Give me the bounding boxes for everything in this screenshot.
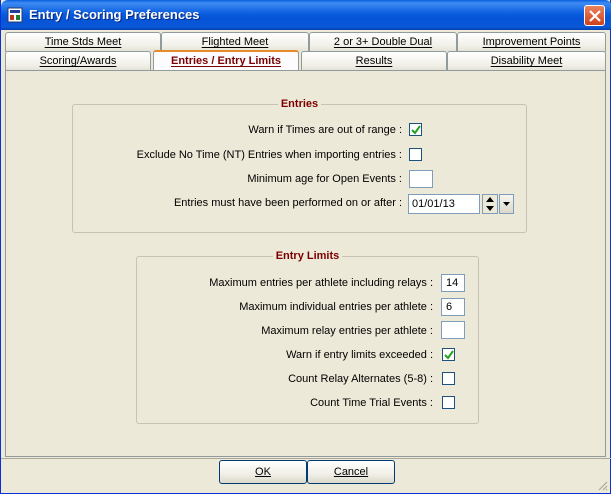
tab-flighted-meet[interactable]: Flighted Meet [161,32,309,52]
window-title: Entry / Scoring Preferences [29,7,200,22]
entry-limits-group-title: Entry Limits [272,250,343,262]
title-bar[interactable]: Entry / Scoring Preferences [1,0,611,30]
check-icon [411,125,421,135]
check-icon [444,350,454,360]
min-age-label: Minimum age for Open Events : [247,173,402,185]
max-relay-label: Maximum relay entries per athlete : [261,325,433,337]
date-dropdown-button[interactable] [499,194,514,214]
tab-scoring-awards[interactable]: Scoring/Awards [5,51,151,71]
entries-group-title: Entries [277,98,322,110]
warn-range-label: Warn if Times are out of range : [248,124,402,136]
app-icon [7,7,23,23]
spin-down-icon[interactable] [483,204,497,213]
min-age-input[interactable] [409,170,433,188]
max-entries-label: Maximum entries per athlete including re… [209,277,433,289]
close-icon [589,10,601,22]
max-relay-input[interactable] [441,321,465,339]
exclude-nt-label: Exclude No Time (NT) Entries when import… [136,149,402,161]
count-time-trial-label: Count Time Trial Events : [310,397,433,409]
spin-up-icon[interactable] [483,195,497,204]
dialog-window: Entry / Scoring Preferences Time Stds Me… [0,0,611,494]
date-spinner[interactable] [482,194,498,214]
resize-grip-icon[interactable] [596,479,608,491]
exclude-nt-checkbox[interactable] [409,148,422,161]
tab-results[interactable]: Results [301,51,447,71]
chevron-down-icon [503,202,510,206]
close-button[interactable] [584,5,605,26]
ok-button[interactable]: OK [219,460,307,484]
count-alternates-label: Count Relay Alternates (5-8) : [288,373,433,385]
tab-time-stds-meet[interactable]: Time Stds Meet [5,32,161,52]
footer-divider [1,458,611,459]
cancel-button-label: Cancel [333,466,369,478]
ok-button-label: OK [255,466,271,478]
tab-entries-limits[interactable]: Entries / Entry Limits [153,50,299,72]
tab-double-dual[interactable]: 2 or 3+ Double Dual [309,32,457,52]
count-time-trial-checkbox[interactable] [442,396,455,409]
cancel-button[interactable]: Cancel [307,460,395,484]
tab-improvement-points[interactable]: Improvement Points [457,32,606,52]
max-entries-input[interactable]: 14 [441,274,465,292]
max-individual-label: Maximum individual entries per athlete : [239,301,433,313]
warn-exceeded-checkbox[interactable] [442,348,455,361]
warn-exceeded-label: Warn if entry limits exceeded : [286,349,433,361]
count-alternates-checkbox[interactable] [442,372,455,385]
warn-range-checkbox[interactable] [409,123,422,136]
tab-disability-meet[interactable]: Disability Meet [447,51,606,71]
max-individual-input[interactable]: 6 [441,298,465,316]
performed-after-label: Entries must have been performed on or a… [173,197,402,209]
performed-after-date-input[interactable]: 01/01/13 [408,194,480,214]
